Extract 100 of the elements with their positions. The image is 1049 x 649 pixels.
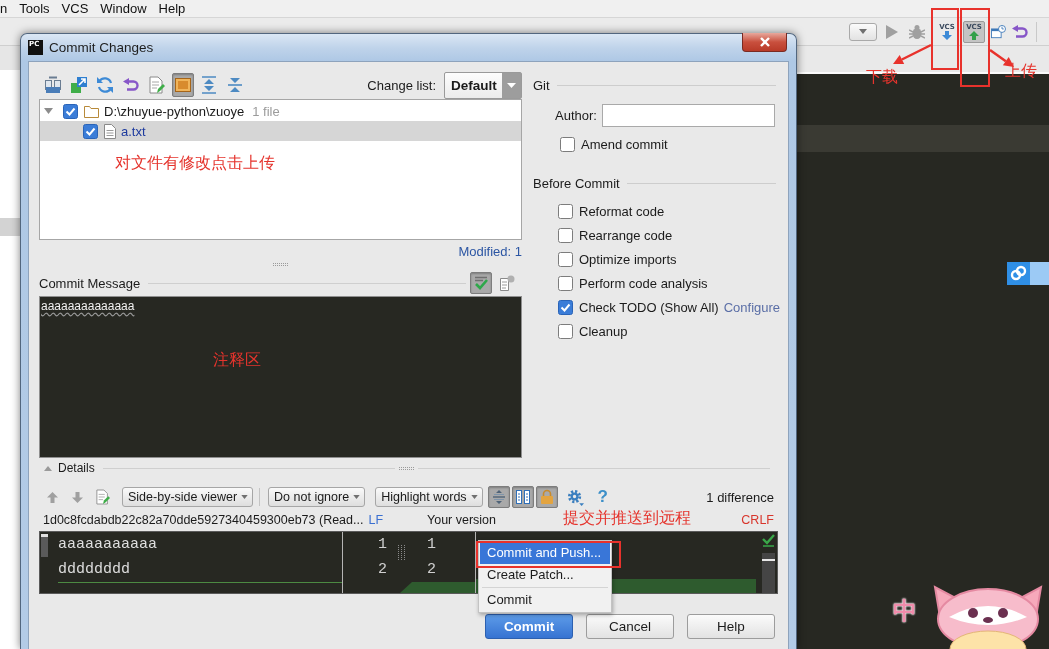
checkbox[interactable]: [558, 203, 573, 219]
menu-item[interactable]: Tools: [19, 0, 50, 17]
dialog-button[interactable]: Help: [687, 614, 775, 639]
field-label: Change list:: [367, 77, 436, 93]
menu-item[interactable]: Window: [100, 0, 147, 17]
checkbox[interactable]: [560, 136, 575, 152]
menu-item[interactable]: Commit and Push...: [480, 542, 610, 564]
edit-icon: [149, 76, 165, 94]
align-icon: [490, 489, 507, 505]
menu-item[interactable]: Commit: [480, 589, 610, 611]
settings-icon[interactable]: [566, 488, 584, 506]
disclosure-icon[interactable]: [44, 108, 53, 114]
disclosure-icon[interactable]: [44, 465, 52, 471]
highlight-dropdown[interactable]: Highlight words: [375, 487, 483, 507]
checkbox-label[interactable]: Rearrange code: [579, 227, 673, 243]
splitter-handle[interactable]: [398, 466, 414, 470]
modified-count: Modified: 1: [457, 243, 522, 259]
annotation-label: 提交并推送到远程: [563, 508, 691, 527]
checkbox[interactable]: [63, 103, 78, 119]
folder-label[interactable]: D:\zhuyue-python\zuoye: [104, 103, 245, 119]
row-highlight: [0, 218, 20, 236]
line-number: 1: [427, 535, 437, 555]
undo-icon: [1012, 24, 1028, 39]
section-label: Git: [533, 77, 550, 93]
documents-icon: [44, 76, 62, 94]
author-field[interactable]: [601, 104, 775, 127]
checkbox[interactable]: [558, 251, 573, 267]
menu-item[interactable]: Help: [158, 0, 186, 17]
section-label: Details: [58, 461, 95, 475]
ime-mode-label[interactable]: 中: [893, 597, 929, 625]
columns-button[interactable]: [511, 486, 534, 508]
align-button[interactable]: [487, 486, 510, 508]
annotation-label: 注释区: [213, 350, 261, 369]
lock-icon: [539, 489, 554, 505]
caret-icon: [470, 495, 478, 499]
line-number: 1: [377, 535, 387, 555]
checkbox-label[interactable]: Reformat code: [579, 203, 665, 219]
checkbox-label[interactable]: Cleanup: [579, 323, 628, 339]
close-button[interactable]: [742, 33, 787, 52]
expand-icon: [201, 76, 217, 94]
field-label: Author:: [555, 108, 597, 123]
code-line: dddddddd: [58, 560, 131, 580]
caret-icon: [353, 495, 361, 499]
checkbox-label[interactable]: Check TODO (Show All): [579, 299, 719, 315]
file-icon: [104, 123, 116, 139]
spellcheck-icon: [473, 275, 489, 291]
caret-icon: [859, 29, 867, 34]
checkbox[interactable]: [558, 275, 573, 291]
checkbox-label[interactable]: Perform code analysis: [579, 275, 708, 291]
dialog-button[interactable]: Cancel: [586, 614, 674, 639]
play-icon: [886, 24, 898, 39]
tree-row[interactable]: a.txt: [40, 121, 521, 141]
file-count: 1 file: [252, 103, 280, 119]
down-arrow-icon: [942, 31, 952, 40]
checkbox[interactable]: [83, 123, 98, 139]
line-number: 2: [427, 560, 437, 580]
checkbox[interactable]: [558, 323, 573, 339]
document-history-icon: [499, 275, 515, 291]
rings-icon: [1007, 262, 1030, 285]
floating-button[interactable]: [1007, 262, 1049, 285]
menu-item[interactable]: Create Patch...: [480, 564, 610, 586]
lock-button[interactable]: [535, 486, 558, 508]
checkbox-label[interactable]: Amend commit: [581, 136, 668, 152]
line-separator-label: LF: [368, 513, 384, 527]
up-arrow-icon[interactable]: [47, 491, 58, 503]
primary-button[interactable]: Commit: [485, 614, 573, 639]
dropdown-button[interactable]: [849, 22, 877, 41]
line-number: 2: [377, 560, 387, 580]
highlight-frame: [931, 8, 959, 70]
whitespace-dropdown[interactable]: Do not ignore: [268, 487, 366, 507]
edit-button[interactable]: [146, 73, 168, 97]
change-stripe: [761, 559, 775, 561]
spellcheck-button[interactable]: [470, 272, 492, 294]
changelist-dropdown[interactable]: Default: [444, 71, 522, 99]
configure-link[interactable]: Configure: [723, 299, 781, 315]
edit-icon[interactable]: [96, 489, 110, 505]
file-label[interactable]: a.txt: [121, 123, 146, 139]
difference-count: 1 difference: [706, 489, 774, 505]
section-label: Commit Message: [39, 275, 141, 291]
tree-row[interactable]: D:\zhuyue-python\zuoye 1 file: [40, 101, 521, 121]
down-arrow-icon[interactable]: [72, 491, 83, 503]
splitter-handle[interactable]: [273, 263, 288, 266]
menu-item[interactable]: VCS: [61, 0, 89, 17]
checkbox-label[interactable]: Optimize imports: [579, 251, 677, 267]
line-separator-label: CRLF: [741, 513, 774, 527]
check-icon: [761, 534, 775, 547]
viewer-dropdown[interactable]: Side-by-side viewer: [122, 487, 254, 507]
menu-item[interactable]: n: [0, 0, 8, 17]
version-title: Your version: [427, 513, 497, 527]
checkbox[interactable]: [558, 227, 573, 243]
gutter-grip-icon: [397, 545, 407, 561]
caret-icon: [241, 495, 249, 499]
window-clock-icon: [991, 24, 1006, 39]
columns-icon: [514, 489, 531, 505]
panel-icon: [175, 78, 191, 92]
up-arrow-icon: [969, 31, 979, 40]
checkbox[interactable]: [558, 299, 573, 315]
code-line: aaaaaaaaaaa: [58, 535, 159, 555]
close-icon: [759, 37, 770, 47]
preview-button[interactable]: [172, 73, 194, 97]
